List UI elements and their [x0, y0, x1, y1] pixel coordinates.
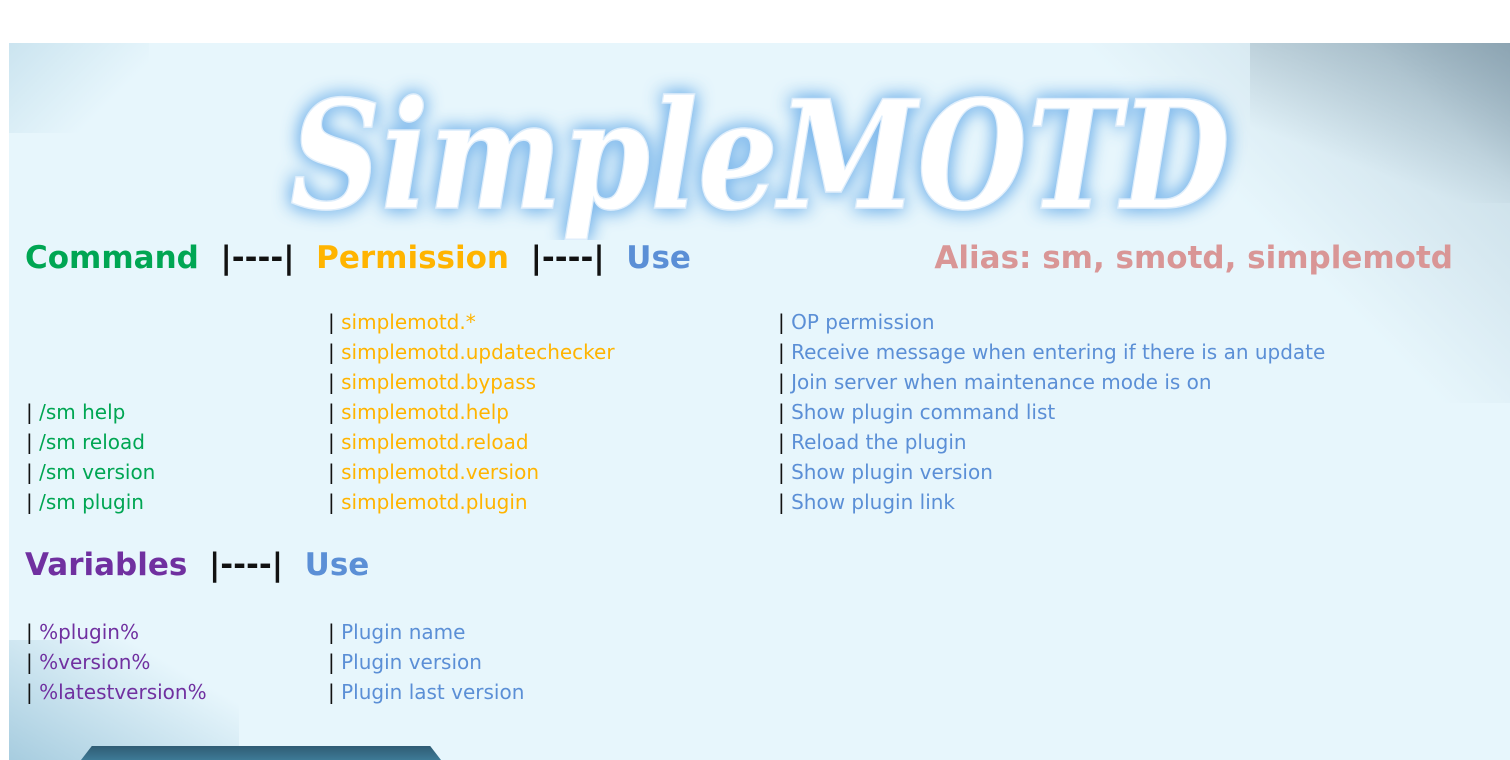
simplemotd-logo: SimpleMOTD [289, 67, 1231, 240]
permission-cell: | simplemotd.* [328, 310, 476, 334]
variable-name-cell: | %version% [26, 650, 151, 674]
use-cell: | Show plugin link [778, 490, 956, 514]
logo-text: SimpleMOTD [290, 68, 1230, 240]
variables-header: Variables |----| Use [25, 547, 369, 583]
variable-name-cell: | %plugin% [26, 620, 139, 644]
permission-cell: | simplemotd.version [328, 460, 539, 484]
use-cell: | Reload the plugin [778, 430, 967, 454]
commands-header: Command |----| Permission |----| Use [25, 240, 691, 276]
variables-use-heading: Use [304, 547, 370, 583]
command-cell: | /sm help [26, 400, 126, 424]
use-cell: | Receive message when entering if there… [778, 340, 1326, 364]
permission-heading: Permission [316, 240, 509, 276]
header-separator-2: |----| [530, 240, 605, 276]
command-heading: Command [25, 240, 199, 276]
command-cell: | /sm reload [26, 430, 145, 454]
bottom-tab-decoration [81, 746, 441, 760]
use-heading: Use [626, 240, 691, 276]
variables-heading: Variables [25, 547, 188, 583]
command-cell: | /sm version [26, 460, 156, 484]
permission-cell: | simplemotd.help [328, 400, 509, 424]
command-cell: | /sm plugin [26, 490, 144, 514]
variable-use-cell: | Plugin version [328, 650, 482, 674]
permission-cell: | simplemotd.reload [328, 430, 529, 454]
alias-text: Alias: sm, smotd, simplemotd [934, 240, 1453, 276]
use-cell: | Show plugin version [778, 460, 993, 484]
use-cell: | Join server when maintenance mode is o… [778, 370, 1212, 394]
permission-cell: | simplemotd.bypass [328, 370, 537, 394]
variable-use-cell: | Plugin name [328, 620, 466, 644]
use-cell: | Show plugin command list [778, 400, 1056, 424]
variable-name-cell: | %latestversion% [26, 680, 207, 704]
permission-cell: | simplemotd.plugin [328, 490, 528, 514]
variables-header-separator: |----| [208, 547, 284, 583]
variable-use-cell: | Plugin last version [328, 680, 525, 704]
use-cell: | OP permission [778, 310, 935, 334]
permission-cell: | simplemotd.updatechecker [328, 340, 615, 364]
header-separator-1: |----| [220, 240, 295, 276]
